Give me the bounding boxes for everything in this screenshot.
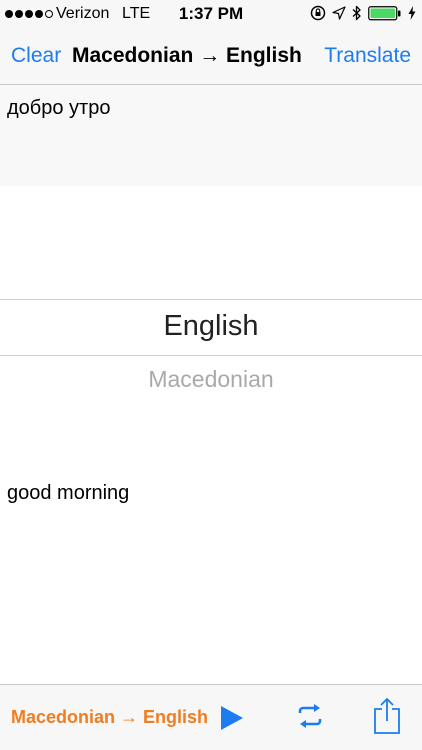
share-icon[interactable] — [373, 697, 401, 735]
app-screen: Verizon LTE 1:37 PM Clear Macedonian → E… — [0, 0, 422, 750]
picker-selected-language[interactable]: English — [0, 310, 422, 343]
translation-direction-label: Macedonian → English — [11, 707, 209, 727]
translation-result: good morning — [7, 482, 130, 504]
translate-button[interactable]: Translate — [324, 44, 411, 68]
battery-icon — [368, 5, 401, 20]
source-text-input[interactable]: добро утро — [0, 85, 422, 186]
language-direction-title: Macedonian → English — [72, 44, 302, 67]
picker-divider — [0, 355, 422, 356]
source-text: добро утро — [7, 97, 111, 119]
location-arrow-icon — [332, 6, 346, 20]
navigation-bar: Clear Macedonian → English Translate — [0, 30, 422, 85]
picker-divider — [0, 299, 422, 300]
bluetooth-icon — [352, 5, 361, 21]
picker-option-language[interactable]: Macedonian — [0, 366, 422, 393]
rotation-lock-icon — [310, 5, 326, 21]
bottom-toolbar: Macedonian → English — [0, 684, 422, 750]
status-icons — [310, 5, 416, 21]
clear-button[interactable]: Clear — [11, 44, 61, 68]
swap-icon[interactable] — [296, 702, 324, 730]
charging-bolt-icon — [408, 6, 416, 20]
status-bar: Verizon LTE 1:37 PM — [0, 0, 422, 30]
play-icon[interactable] — [220, 705, 244, 731]
